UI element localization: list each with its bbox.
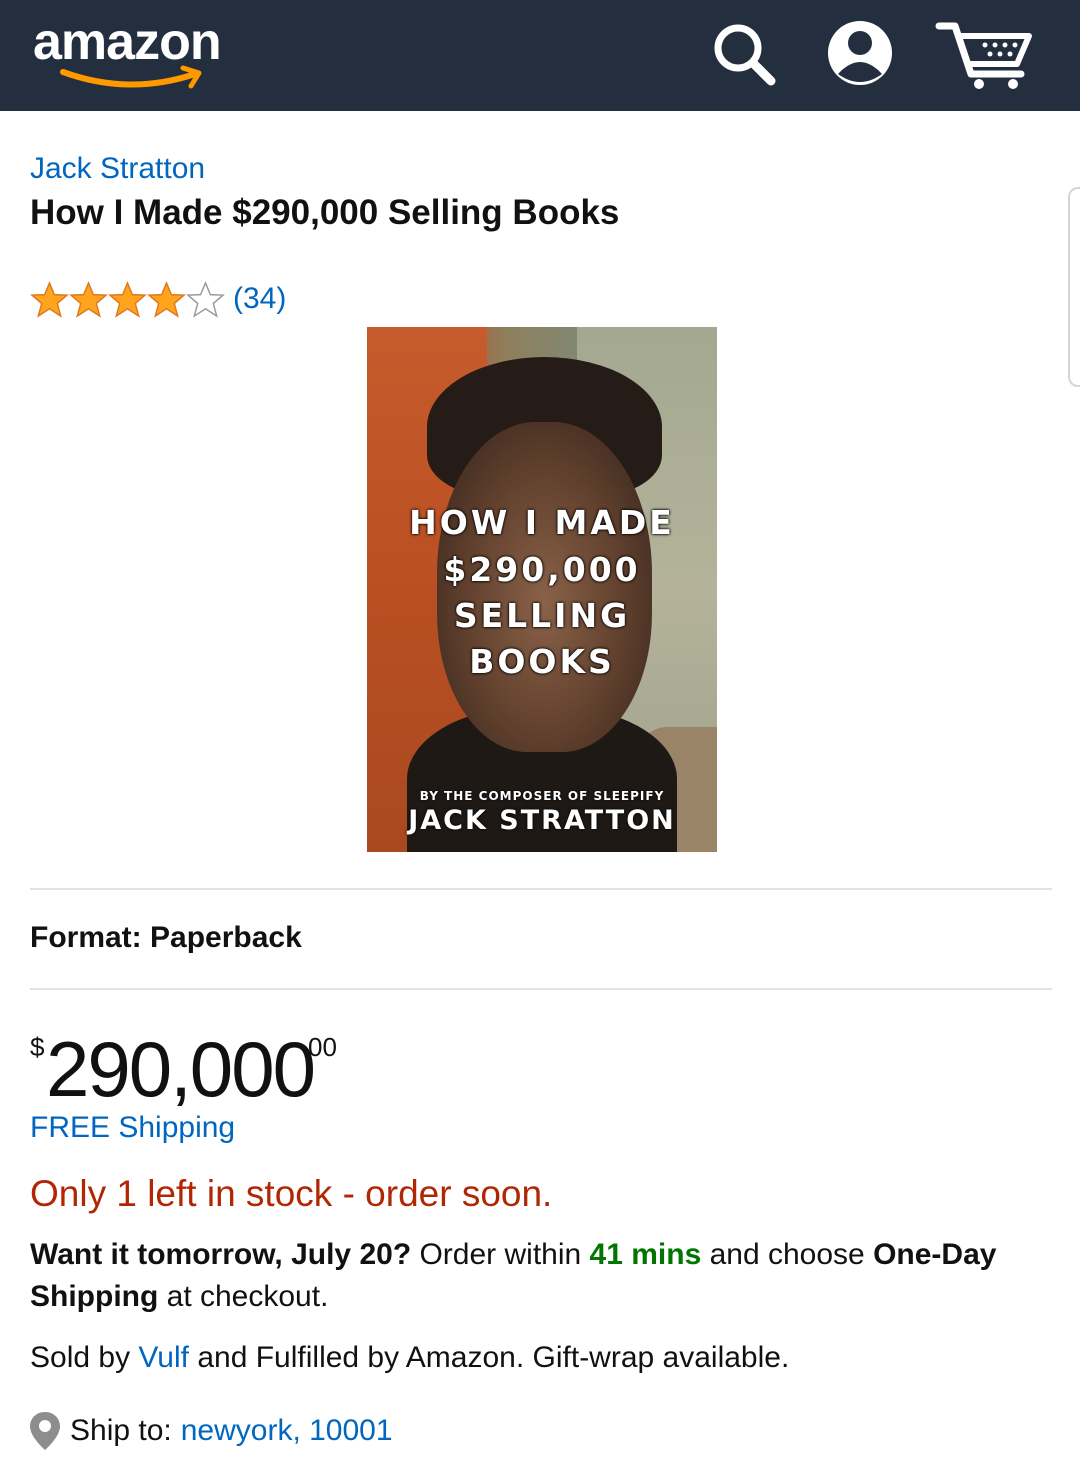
seller-suffix: and Fulfilled by Amazon. Gift-wrap avail… bbox=[189, 1341, 790, 1374]
logo-smile-icon bbox=[60, 65, 202, 89]
ship-to-location-link[interactable]: newyork, 10001 bbox=[181, 1414, 393, 1448]
format-selector[interactable]: Format: Paperback bbox=[30, 918, 302, 958]
free-shipping-link[interactable]: FREE Shipping bbox=[30, 1108, 235, 1148]
cart-icon[interactable] bbox=[935, 18, 1035, 92]
cover-subtitle: BY THE COMPOSER OF SLEEPIFY bbox=[419, 789, 665, 803]
delivery-countdown: 41 mins bbox=[589, 1238, 702, 1271]
account-icon[interactable] bbox=[824, 16, 896, 90]
star-full-icon bbox=[30, 280, 69, 318]
star-full-icon bbox=[69, 280, 108, 318]
search-icon[interactable] bbox=[710, 20, 778, 88]
star-empty-icon bbox=[186, 280, 225, 318]
location-pin-icon bbox=[30, 1412, 60, 1450]
star-full-icon bbox=[108, 280, 147, 318]
divider bbox=[30, 988, 1052, 990]
review-count-link[interactable]: (34) bbox=[233, 279, 286, 319]
star-rating bbox=[30, 280, 225, 319]
seller-info: Sold by Vulf and Fulfilled by Amazon. Gi… bbox=[30, 1337, 789, 1379]
product-title: How I Made $290,000 Selling Books bbox=[30, 193, 620, 232]
cover-author: JACK STRATTON bbox=[408, 805, 676, 836]
price-fraction: 00 bbox=[308, 1032, 337, 1062]
star-full-icon bbox=[147, 280, 186, 318]
seller-prefix: Sold by bbox=[30, 1341, 139, 1374]
cover-title-line: HOW I MADE bbox=[409, 503, 675, 542]
cover-title-line: BOOKS bbox=[469, 642, 615, 681]
book-cover-image[interactable]: HOW I MADE $290,000 SELLING BOOKS BY THE… bbox=[367, 327, 717, 852]
price-whole: 290,000 bbox=[46, 1025, 316, 1113]
price-symbol: $ bbox=[30, 1032, 45, 1062]
delivery-text: Order within bbox=[411, 1238, 590, 1271]
ship-to[interactable]: Ship to: newyork, 10001 bbox=[28, 1408, 393, 1454]
ship-to-label: Ship to: bbox=[70, 1414, 172, 1447]
stock-status: Only 1 left in stock - order soon. bbox=[30, 1173, 553, 1214]
top-nav-bar: amazon bbox=[0, 0, 1080, 111]
rating[interactable]: (34) bbox=[30, 279, 286, 319]
delivery-text: at checkout. bbox=[158, 1280, 329, 1313]
delivery-text: and choose bbox=[701, 1238, 874, 1271]
divider bbox=[30, 888, 1052, 890]
delivery-date: Want it tomorrow, July 20? bbox=[30, 1238, 412, 1271]
amazon-logo[interactable]: amazon bbox=[33, 10, 253, 95]
side-scroll-tab[interactable] bbox=[1068, 187, 1080, 387]
delivery-message: Want it tomorrow, July 20? Order within … bbox=[30, 1234, 1040, 1318]
cover-title-line: $290,000 bbox=[443, 550, 641, 589]
cover-title-line: SELLING bbox=[453, 596, 631, 635]
author-link[interactable]: Jack Stratton bbox=[30, 150, 205, 188]
seller-link[interactable]: Vulf bbox=[138, 1341, 189, 1374]
